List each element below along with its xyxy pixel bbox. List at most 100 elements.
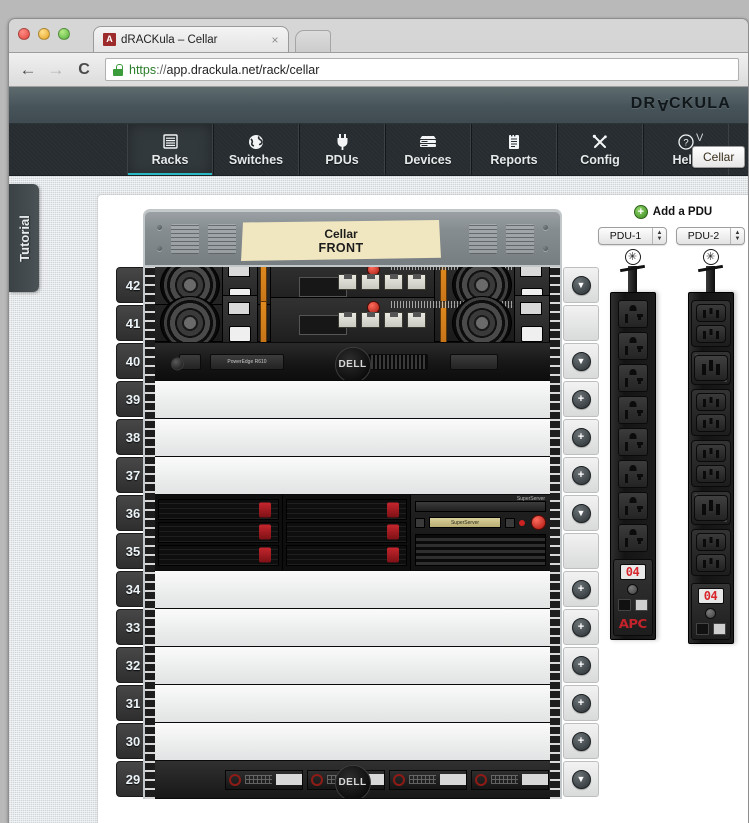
rack-slot-empty-30[interactable] [155,723,550,761]
device-storage-array[interactable] [155,267,550,342]
rack-slot-empty-38[interactable] [155,419,550,457]
outlet-c13[interactable] [695,444,726,462]
device-menu-chevron-down-icon[interactable]: ▼ [571,503,591,523]
rack-action-cell-29[interactable]: ▼ [563,761,599,797]
nav-item-devices[interactable]: Devices [385,124,471,175]
address-bar[interactable]: https://app.drackula.net/rack/cellar [105,58,739,81]
add-device-button[interactable]: + [571,427,591,447]
rack-slot-device-40[interactable]: PowerEdge R610 DELL [155,343,550,381]
serial-port-icon[interactable] [695,623,709,635]
outlet-c13-pair[interactable] [690,389,731,436]
nav-item-reports[interactable]: Reports [471,124,557,175]
drive-bay[interactable] [286,522,407,543]
add-device-button[interactable]: + [571,465,591,485]
outlet-nema[interactable] [617,300,648,328]
tutorial-tab[interactable]: Tutorial [9,184,39,292]
add-device-button[interactable]: + [571,693,591,713]
stepper-icon[interactable]: ▲ ▼ [652,228,666,244]
outlet-nema[interactable] [617,460,648,488]
zoom-window-button[interactable] [58,28,70,40]
serial-port-icon[interactable] [617,599,631,611]
rack-slot-empty-34[interactable] [155,571,550,609]
power-button-icon[interactable] [531,515,546,530]
add-device-button[interactable]: + [571,579,591,599]
ethernet-port-icon[interactable] [634,599,648,611]
current-rack-chip[interactable]: Cellar [692,145,746,168]
rack-action-cell-32[interactable]: + [563,647,599,683]
outlet-c13-pair[interactable] [690,300,731,347]
drive-bay[interactable] [158,545,279,566]
rack-slot-empty-37[interactable] [155,457,550,495]
nav-item-switches[interactable]: Switches [213,124,299,175]
forward-button[interactable]: → [46,60,66,80]
pdu-select-1[interactable]: PDU-1 ▲ ▼ [598,227,667,245]
outlet-c13[interactable] [695,554,726,572]
rack-action-cell-36[interactable]: ▼ [563,495,599,531]
device-dell-server[interactable]: PowerEdge R610 DELL [155,343,550,380]
drive-bay[interactable] [286,545,407,566]
pdu-meter-button[interactable] [627,584,638,595]
tab-close-icon[interactable]: × [268,34,282,46]
outlet-nema[interactable] [617,332,648,360]
close-window-button[interactable] [18,28,30,40]
rack-action-cell-37[interactable]: + [563,457,599,493]
outlet-nema[interactable] [617,364,648,392]
drive-bay[interactable] [158,522,279,543]
pdu-1-body[interactable]: 04 APC [609,292,656,640]
nav-item-config[interactable]: Config [557,124,643,175]
reload-button[interactable]: C [74,60,94,80]
outlet-c13[interactable] [695,414,726,432]
rack-action-cell-39[interactable]: + [563,381,599,417]
outlet-c19-group[interactable] [690,351,731,385]
power-button-icon[interactable] [171,356,184,370]
rack-slot-empty-32[interactable] [155,647,550,685]
drive-bay[interactable] [158,499,279,520]
add-device-button[interactable]: + [571,617,591,637]
rack-label-tape[interactable]: Cellar FRONT [241,220,441,261]
browser-tab[interactable]: A dRACKula – Cellar × [93,26,289,52]
pdu-1-meter[interactable]: 04 APC [612,559,653,636]
device-menu-chevron-down-icon[interactable]: ▼ [571,351,591,371]
ethernet-port-icon[interactable] [712,623,726,635]
rack-slot-device-29[interactable]: DELL [155,761,550,799]
pdu-2-meter[interactable]: 04 [690,583,731,640]
rack-slot-empty-31[interactable] [155,685,550,723]
drive-bay[interactable] [471,769,549,790]
pdu-meter-button[interactable] [705,608,716,619]
outlet-c13[interactable] [695,304,726,322]
outlet-nema[interactable] [617,396,648,424]
rack-slot-empty-39[interactable] [155,381,550,419]
outlet-c13[interactable] [695,393,726,411]
rack-action-cell-30[interactable]: + [563,723,599,759]
pdu-strip-2[interactable]: ✳ 04 [676,249,745,644]
device-dell-storage[interactable]: DELL [155,761,550,798]
outlet-c13[interactable] [695,325,726,343]
outlet-c13[interactable] [695,465,726,483]
rack-action-cell-38[interactable]: + [563,419,599,455]
stepper-icon[interactable]: ▲ ▼ [730,228,744,244]
outlet-c19-group[interactable] [690,491,731,525]
outlet-c13-pair[interactable] [690,440,731,487]
pdu-select-2[interactable]: PDU-2 ▲ ▼ [676,227,745,245]
add-device-button[interactable]: + [571,655,591,675]
add-device-button[interactable]: + [571,389,591,409]
drive-bay[interactable] [225,769,303,790]
device-menu-chevron-down-icon[interactable]: ▼ [571,769,591,789]
outlet-c13[interactable] [695,533,726,551]
minimize-window-button[interactable] [38,28,50,40]
rack-slot-empty-33[interactable] [155,609,550,647]
drive-bay[interactable] [286,499,407,520]
rack-action-cell-41[interactable] [563,305,599,341]
outlet-nema[interactable] [617,428,648,456]
rack-action-cell-40[interactable]: ▼ [563,343,599,379]
back-button[interactable]: ← [18,60,38,80]
add-device-button[interactable]: + [571,731,591,751]
rack-slot-device-42[interactable] [155,267,550,343]
add-pdu-button[interactable]: + Add a PDU [588,205,748,219]
rack-action-cell-33[interactable]: + [563,609,599,645]
rack-action-cell-42[interactable]: ▼ [563,267,599,303]
new-tab-button[interactable] [295,30,331,52]
device-storage-server[interactable]: SuperServer SuperServer [155,495,550,570]
nav-item-racks[interactable]: Racks [127,124,213,175]
rack-action-cell-31[interactable]: + [563,685,599,721]
